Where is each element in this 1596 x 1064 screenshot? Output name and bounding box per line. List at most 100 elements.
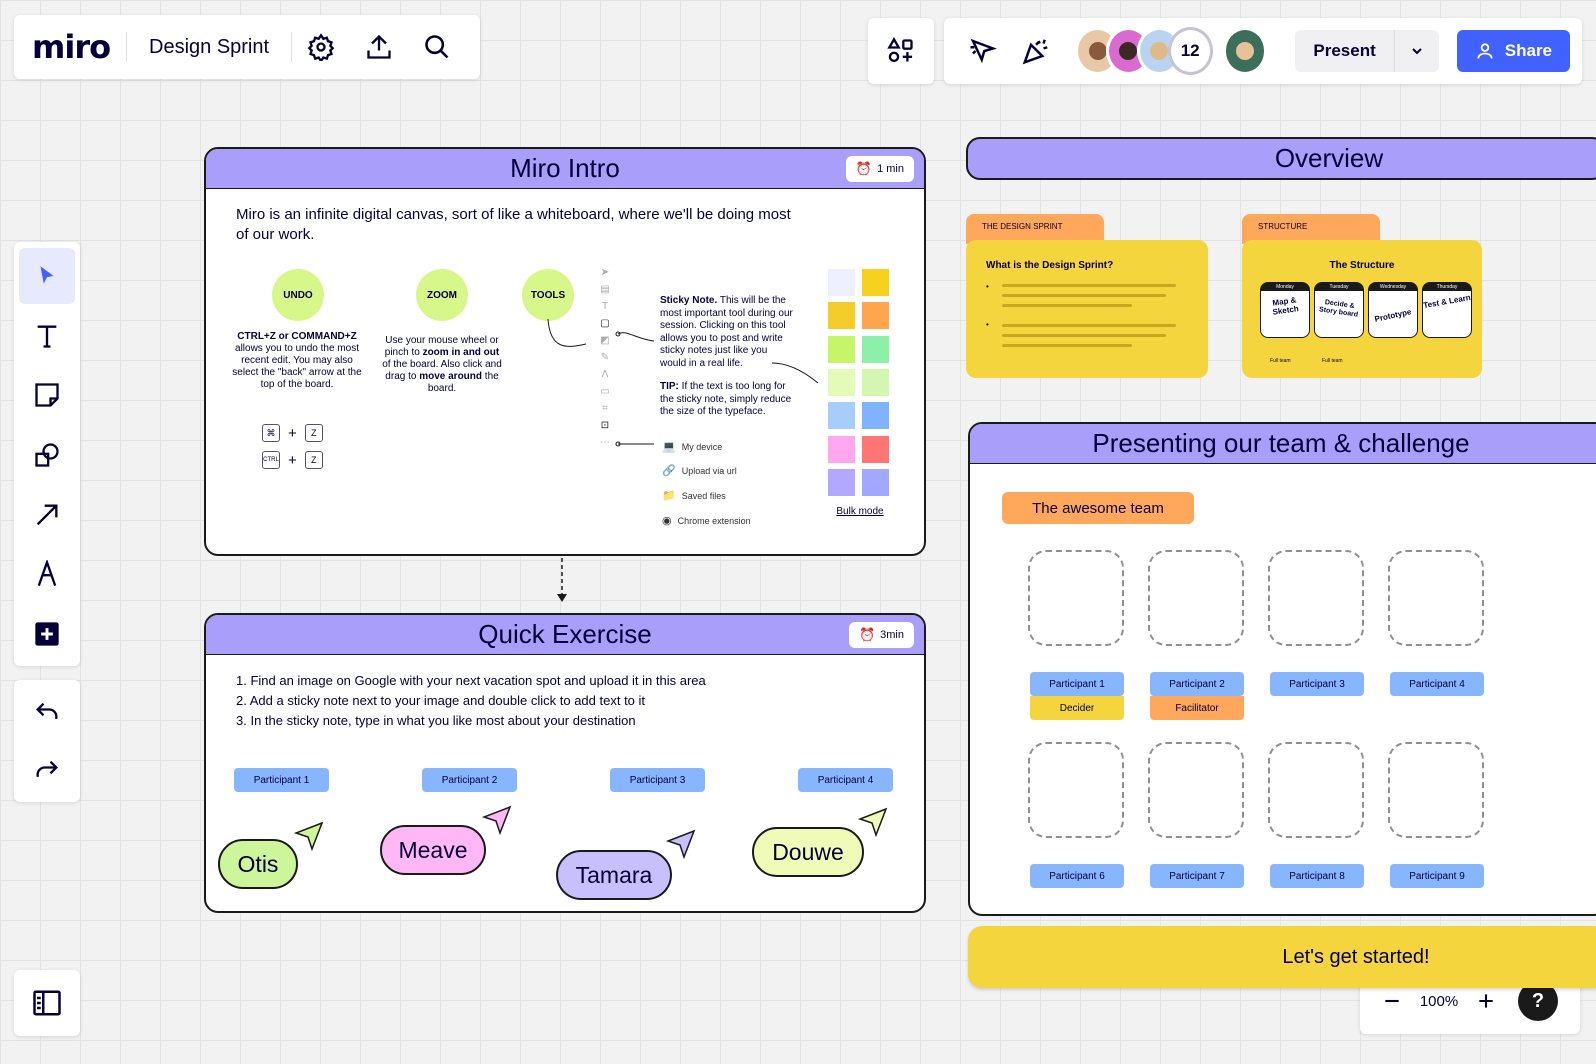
role-tag-decider[interactable]: Decider bbox=[1030, 696, 1124, 720]
export-button[interactable] bbox=[350, 15, 408, 79]
participant-tag[interactable]: Participant 2 bbox=[1150, 672, 1244, 696]
upload-icon bbox=[367, 34, 391, 59]
design-sprint-card[interactable]: What is the Design Sprint? • • bbox=[966, 240, 1208, 378]
get-started-card[interactable]: Let's get started! bbox=[968, 926, 1596, 988]
pen-icon bbox=[37, 560, 57, 587]
text-icon bbox=[37, 325, 57, 348]
step-item: 1. Find an image on Google with your nex… bbox=[236, 673, 706, 688]
avatar-current-user[interactable] bbox=[1222, 27, 1268, 75]
settings-button[interactable] bbox=[292, 15, 350, 79]
redo-button[interactable] bbox=[19, 744, 75, 798]
day-sketch: Decide & Story board bbox=[1318, 298, 1359, 319]
more-icon: ⋯ bbox=[600, 437, 610, 448]
participant-tag[interactable]: Participant 4 bbox=[798, 768, 893, 792]
cursor-label-tamara: Tamara bbox=[556, 850, 672, 900]
structure-card[interactable]: The Structure Monday Map & Sketch Tuesda… bbox=[1242, 240, 1482, 378]
shortcut-mac: ⌘ + Z bbox=[262, 424, 323, 442]
team-label[interactable]: The awesome team bbox=[1002, 492, 1194, 524]
photo-placeholder[interactable] bbox=[1388, 550, 1484, 646]
connector-tool[interactable] bbox=[19, 487, 75, 543]
cursor-mode-button[interactable] bbox=[956, 22, 1010, 80]
participant-tag[interactable]: Participant 1 bbox=[1030, 672, 1124, 696]
role-tag-facilitator[interactable]: Facilitator bbox=[1150, 696, 1244, 720]
quick-exercise-frame[interactable]: Quick Exercise ⏰ 3min 1. Find an image o… bbox=[204, 613, 926, 913]
day-footer: Full team bbox=[1270, 358, 1291, 364]
miro-logo[interactable]: miro bbox=[14, 28, 126, 66]
board-sidebar-button[interactable] bbox=[14, 970, 80, 1036]
sticky-swatch bbox=[828, 469, 855, 496]
day-card: Wednesday Prototype bbox=[1368, 282, 1418, 338]
tip-explanation: TIP: If the text is too long for the sti… bbox=[660, 381, 796, 419]
team-challenge-frame[interactable]: Presenting our team & challenge The awes… bbox=[968, 422, 1596, 916]
sticky-note-tool[interactable] bbox=[19, 367, 75, 423]
frame-title: Presenting our team & challenge bbox=[1092, 428, 1470, 458]
get-started-label: Let's get started! bbox=[1282, 945, 1430, 968]
undo-bubble: UNDO bbox=[272, 269, 324, 321]
participant-tag[interactable]: Participant 8 bbox=[1270, 864, 1364, 888]
participant-count-badge[interactable]: 12 bbox=[1167, 27, 1213, 75]
upload-option-saved-files[interactable]: 📁 Saved files bbox=[662, 489, 726, 502]
chevron-down-icon bbox=[1412, 48, 1422, 55]
cursor-label-douwe: Douwe bbox=[752, 827, 864, 877]
upload-option-my-device[interactable]: 💻 My device bbox=[662, 440, 722, 453]
shapes-icon: ◩ bbox=[600, 335, 610, 346]
pointer-icon: ➤ bbox=[600, 267, 610, 278]
participant-tag[interactable]: Participant 4 bbox=[1390, 672, 1484, 696]
day-label: Tuesday bbox=[1315, 283, 1363, 291]
board-title[interactable]: Design Sprint bbox=[127, 36, 291, 59]
participant-tag[interactable]: Participant 1 bbox=[234, 768, 329, 792]
more-tools-button[interactable] bbox=[19, 606, 75, 662]
apps-button[interactable] bbox=[868, 18, 934, 84]
participant-tag[interactable]: Participant 6 bbox=[1030, 864, 1124, 888]
shortcut-windows: CTRL + Z bbox=[262, 451, 323, 469]
participant-tag[interactable]: Participant 3 bbox=[1270, 672, 1364, 696]
card-title: The Structure bbox=[1329, 260, 1395, 271]
frame-header: Miro Intro ⏰ 1 min bbox=[206, 149, 924, 189]
undo-shortcut: CTRL+Z or COMMAND+Z bbox=[237, 331, 357, 342]
zoom-level[interactable]: 100% bbox=[1412, 993, 1466, 1010]
participant-tag[interactable]: Participant 2 bbox=[422, 768, 517, 792]
plus-sign: + bbox=[288, 424, 297, 442]
present-button[interactable]: Present bbox=[1295, 30, 1395, 72]
pen-tool[interactable] bbox=[19, 547, 75, 603]
timer-value: 1 min bbox=[877, 163, 904, 175]
search-icon bbox=[425, 35, 449, 59]
search-button[interactable] bbox=[408, 15, 466, 79]
command-key-icon: ⌘ bbox=[262, 424, 280, 442]
participant-tag[interactable]: Participant 9 bbox=[1390, 864, 1484, 888]
select-tool[interactable] bbox=[19, 248, 75, 304]
cursor-arrow-icon bbox=[666, 829, 696, 859]
participant-tag[interactable]: Participant 7 bbox=[1150, 864, 1244, 888]
timer-badge[interactable]: ⏰ 1 min bbox=[845, 156, 914, 182]
frame-connector bbox=[557, 558, 567, 602]
participant-tag[interactable]: Participant 3 bbox=[610, 768, 705, 792]
frame-title: Quick Exercise bbox=[478, 619, 652, 649]
photo-placeholder[interactable] bbox=[1148, 742, 1244, 838]
undo-button[interactable] bbox=[19, 686, 75, 740]
photo-placeholder[interactable] bbox=[1028, 742, 1124, 838]
photo-placeholder[interactable] bbox=[1268, 742, 1364, 838]
tip-title: TIP: bbox=[660, 381, 679, 392]
comment-icon: ▭ bbox=[600, 386, 610, 397]
miro-intro-frame[interactable]: Miro Intro ⏰ 1 min Miro is an infinite d… bbox=[204, 147, 926, 556]
sticky-swatch bbox=[828, 302, 855, 329]
upload-option-chrome[interactable]: ◉ Chrome extension bbox=[662, 514, 751, 527]
upload-option-url[interactable]: 🔗 Upload via url bbox=[662, 464, 737, 477]
timer-badge[interactable]: ⏰ 3min bbox=[848, 622, 914, 648]
cursor-arrow-icon bbox=[294, 821, 324, 851]
overview-header[interactable]: Overview bbox=[966, 137, 1596, 180]
redo-icon bbox=[36, 760, 58, 777]
present-options-button[interactable] bbox=[1395, 30, 1439, 72]
share-button[interactable]: Share bbox=[1456, 30, 1571, 72]
pointer-icon bbox=[40, 266, 54, 284]
photo-placeholder[interactable] bbox=[1388, 742, 1484, 838]
shapes-tool[interactable] bbox=[19, 427, 75, 483]
photo-placeholder[interactable] bbox=[1028, 550, 1124, 646]
photo-placeholder[interactable] bbox=[1148, 550, 1244, 646]
reactions-button[interactable] bbox=[1010, 22, 1064, 80]
text-tool[interactable] bbox=[19, 308, 75, 364]
sticky-swatch bbox=[828, 402, 855, 429]
bulk-mode-link[interactable]: Bulk mode bbox=[816, 506, 904, 517]
photo-placeholder[interactable] bbox=[1268, 550, 1364, 646]
arrow-icon bbox=[36, 504, 58, 525]
